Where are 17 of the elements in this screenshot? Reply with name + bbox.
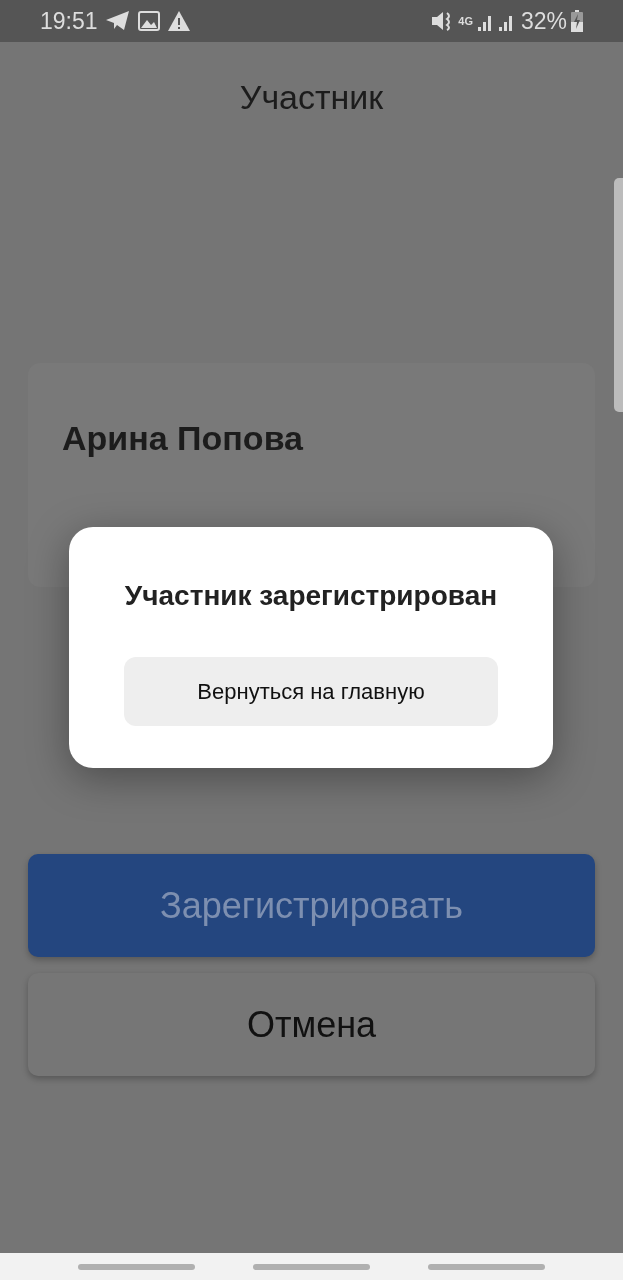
status-time: 19:51: [40, 6, 98, 36]
register-button[interactable]: Зарегистрировать: [28, 854, 595, 957]
image-icon: [137, 11, 160, 31]
paper-plane-icon: [105, 11, 130, 31]
dialog-title: Участник зарегистрирован: [123, 579, 499, 613]
participant-name: Арина Попова: [62, 418, 304, 459]
back-button[interactable]: [428, 1263, 545, 1270]
recent-apps-button[interactable]: [78, 1263, 195, 1270]
screen-title: Участник: [238, 77, 385, 118]
network-type: 4G: [458, 15, 473, 27]
home-button[interactable]: [253, 1263, 370, 1270]
battery-percent: 32%: [520, 6, 567, 36]
warning-icon: [167, 11, 190, 31]
back-home-button[interactable]: Вернуться на главную: [124, 657, 498, 726]
scrollbar[interactable]: [614, 178, 623, 412]
cancel-button[interactable]: Отмена: [28, 973, 595, 1076]
battery-charging-icon: [571, 10, 583, 32]
